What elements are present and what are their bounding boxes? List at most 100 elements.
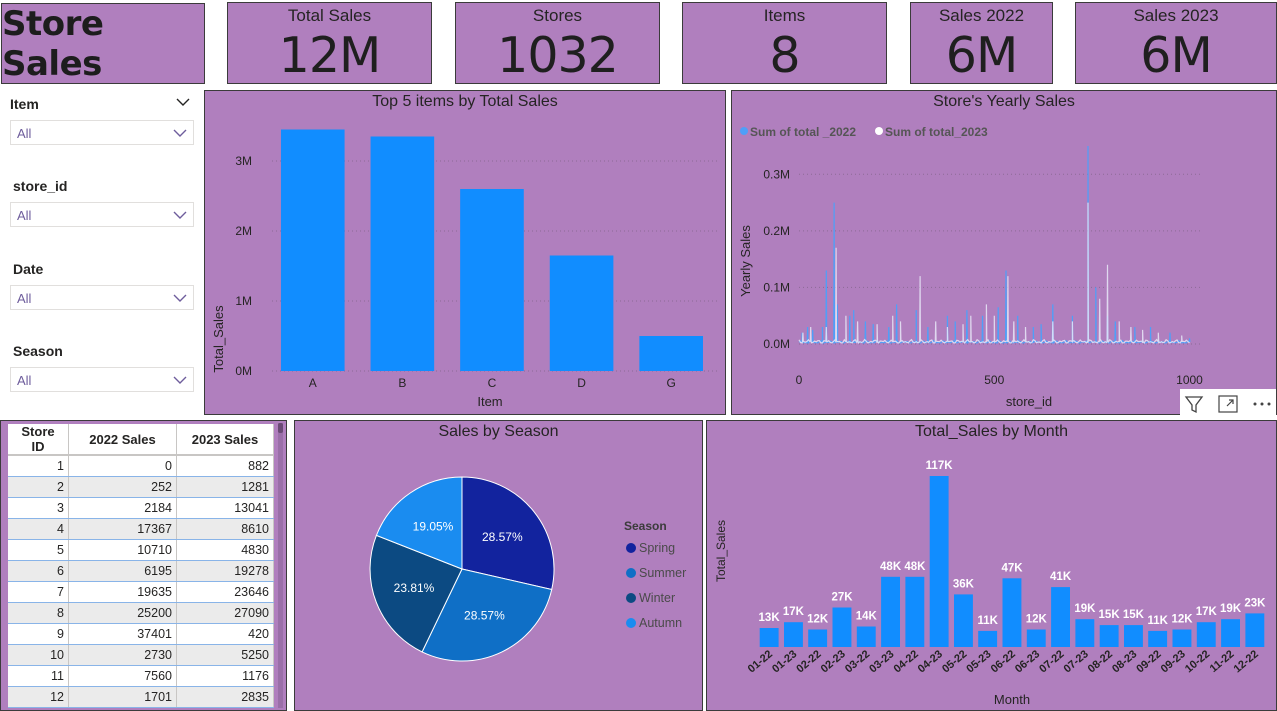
data-label: 27K — [831, 592, 853, 604]
slicer-dropdown[interactable]: All — [10, 202, 194, 227]
x-tick-label: 500 — [984, 373, 1004, 387]
sales-by-month-plot: 13K 17K12K27K14K48K 48K117K36K11K47K12K41K… — [714, 460, 1266, 707]
kpi-card-sales-2022[interactable]: Sales 2022 6M — [910, 2, 1053, 84]
cell-2022-sales: 2730 — [68, 644, 177, 666]
slicer-value: All — [17, 126, 32, 141]
x-tick-label: C — [488, 376, 497, 390]
slicer-dropdown[interactable]: All — [10, 120, 194, 145]
bar-C — [460, 189, 524, 371]
data-label: 12K — [807, 614, 829, 626]
kpi-card-total-sales[interactable]: Total Sales 12M — [227, 2, 432, 84]
legend-label: Spring — [639, 541, 675, 555]
x-tick-label: 01-23 — [770, 648, 799, 675]
kpi-value: 8 — [769, 27, 800, 84]
column-header[interactable]: Store ID — [8, 424, 69, 456]
slicer-dropdown[interactable]: All — [10, 285, 194, 310]
table-row[interactable]: 5 10710 4830 — [8, 539, 274, 561]
cell-2022-sales: 252 — [68, 476, 177, 498]
legend-label: Sum of total_2023 — [885, 125, 988, 139]
cell-store-id: 3 — [8, 497, 69, 519]
bar-05-23 — [978, 630, 998, 647]
focus-mode-icon[interactable] — [1215, 391, 1241, 417]
legend-marker-2022 — [740, 127, 748, 135]
table-row[interactable]: 2 252 1281 — [8, 476, 274, 498]
x-tick-label: 04-22 — [892, 648, 921, 675]
bar-06-22 — [1002, 578, 1022, 647]
sales-by-month-chart[interactable]: Total_Sales by Month 13K 17K 12K 27K 14K 48K 4… — [706, 420, 1277, 711]
x-tick-label: 11-22 — [1208, 648, 1237, 675]
table-row[interactable]: 1 0 882 — [8, 455, 274, 477]
y-tick-label: 2M — [235, 224, 252, 238]
x-tick-label: 1000 — [1176, 373, 1203, 387]
kpi-card-items[interactable]: Items 8 — [682, 2, 887, 84]
x-tick-label: G — [666, 376, 675, 390]
kpi-value: 6M — [945, 27, 1018, 84]
x-axis-label: Month — [994, 692, 1030, 707]
table-row[interactable]: 3 2184 13041 — [8, 497, 274, 519]
table-row[interactable]: 12 1701 2835 — [8, 686, 274, 708]
legend-title: Season — [624, 519, 667, 533]
cell-2023-sales: 420 — [176, 623, 274, 645]
chevron-down-icon — [173, 211, 187, 219]
scrollbar-thumb[interactable] — [278, 423, 283, 433]
yearly-sales-plot: Sum of total _2022 Sum of total_2023 0.0… — [738, 125, 1203, 409]
yearly-sales-chart[interactable]: Store's Yearly Sales Sum of total _2022 … — [731, 90, 1277, 415]
slicer-item[interactable]: Item All — [10, 96, 194, 145]
legend-marker-2023 — [875, 127, 883, 135]
kpi-card-stores[interactable]: Stores 1032 — [455, 2, 660, 84]
more-options-icon[interactable] — [1249, 391, 1275, 417]
cell-store-id: 8 — [8, 602, 69, 624]
column-header[interactable]: 2023 Sales — [176, 424, 274, 456]
x-tick-label: 01-22 — [746, 648, 775, 675]
slicer-value: All — [17, 208, 32, 223]
store-sales-table[interactable]: Store ID 2022 Sales 2023 Sales 1 0 882 2 252… — [0, 420, 287, 711]
slicer-season[interactable]: Season All — [10, 343, 194, 392]
y-axis-label: Total_Sales — [714, 520, 728, 582]
sales-by-season-chart[interactable]: Sales by Season 28.57% 28.57% 23.81% 19.05%… — [294, 420, 703, 711]
data-label: 19K — [1074, 603, 1096, 615]
bar-B — [370, 136, 435, 371]
y-tick-label: 0.3M — [763, 167, 790, 181]
slicer-date[interactable]: Date All — [10, 261, 194, 310]
slicer-store-id[interactable]: store_id All — [10, 178, 194, 227]
visual-header-toolbar — [1180, 389, 1276, 419]
x-tick-label: 08-22 — [1086, 648, 1115, 675]
data-label: 13K — [759, 612, 781, 624]
kpi-label: Total Sales — [287, 6, 372, 25]
report-title: Store Sales — [2, 3, 104, 84]
table-row[interactable]: 11 7560 1176 — [8, 665, 274, 687]
table-row[interactable]: 8 25200 27090 — [8, 602, 274, 624]
x-tick-label: 10-22 — [1183, 648, 1212, 675]
table-row[interactable]: 4 17367 8610 — [8, 518, 274, 540]
table-scrollbar[interactable] — [278, 423, 283, 708]
data-label: 17K — [1196, 606, 1218, 618]
table-row[interactable]: 6 6195 19278 — [8, 560, 274, 582]
x-tick-label: 04-23 — [916, 648, 945, 675]
kpi-label: Stores — [532, 6, 583, 25]
bar-04-22 — [905, 576, 925, 647]
table-row[interactable]: 9 37401 420 — [8, 623, 274, 645]
slicer-title: Season — [13, 343, 63, 359]
slicer-dropdown[interactable]: All — [10, 367, 194, 392]
filter-icon[interactable] — [1181, 391, 1207, 417]
bar-G — [639, 336, 703, 371]
x-tick-label: 09-23 — [1159, 648, 1188, 675]
x-tick-label: B — [398, 376, 406, 390]
legend-marker-autumn — [626, 618, 636, 628]
top5-items-chart[interactable]: Top 5 items by Total Sales 0M 1M 2M 3M ABCD… — [204, 90, 726, 415]
kpi-card-sales-2023[interactable]: Sales 2023 6M — [1075, 2, 1277, 84]
top5-items-plot: 0M 1M 2M 3M A B C D G Item Total_Sales — [211, 129, 720, 409]
table-row[interactable]: 10 2730 5250 — [8, 644, 274, 666]
pie-data-label: 19.05% — [413, 519, 454, 533]
slicer-value: All — [17, 373, 32, 388]
legend-marker-winter — [626, 593, 636, 603]
y-tick-label: 3M — [235, 154, 252, 168]
x-tick-label: 06-22 — [989, 648, 1018, 675]
x-tick-label: 08-23 — [1110, 648, 1139, 675]
bar-05-22 — [954, 594, 973, 647]
data-label: 11K — [1147, 615, 1168, 627]
chevron-down-icon[interactable] — [176, 98, 190, 107]
column-header[interactable]: 2022 Sales — [68, 424, 177, 456]
bar-03-23 — [881, 576, 900, 647]
table-row[interactable]: 7 19635 23646 — [8, 581, 274, 603]
